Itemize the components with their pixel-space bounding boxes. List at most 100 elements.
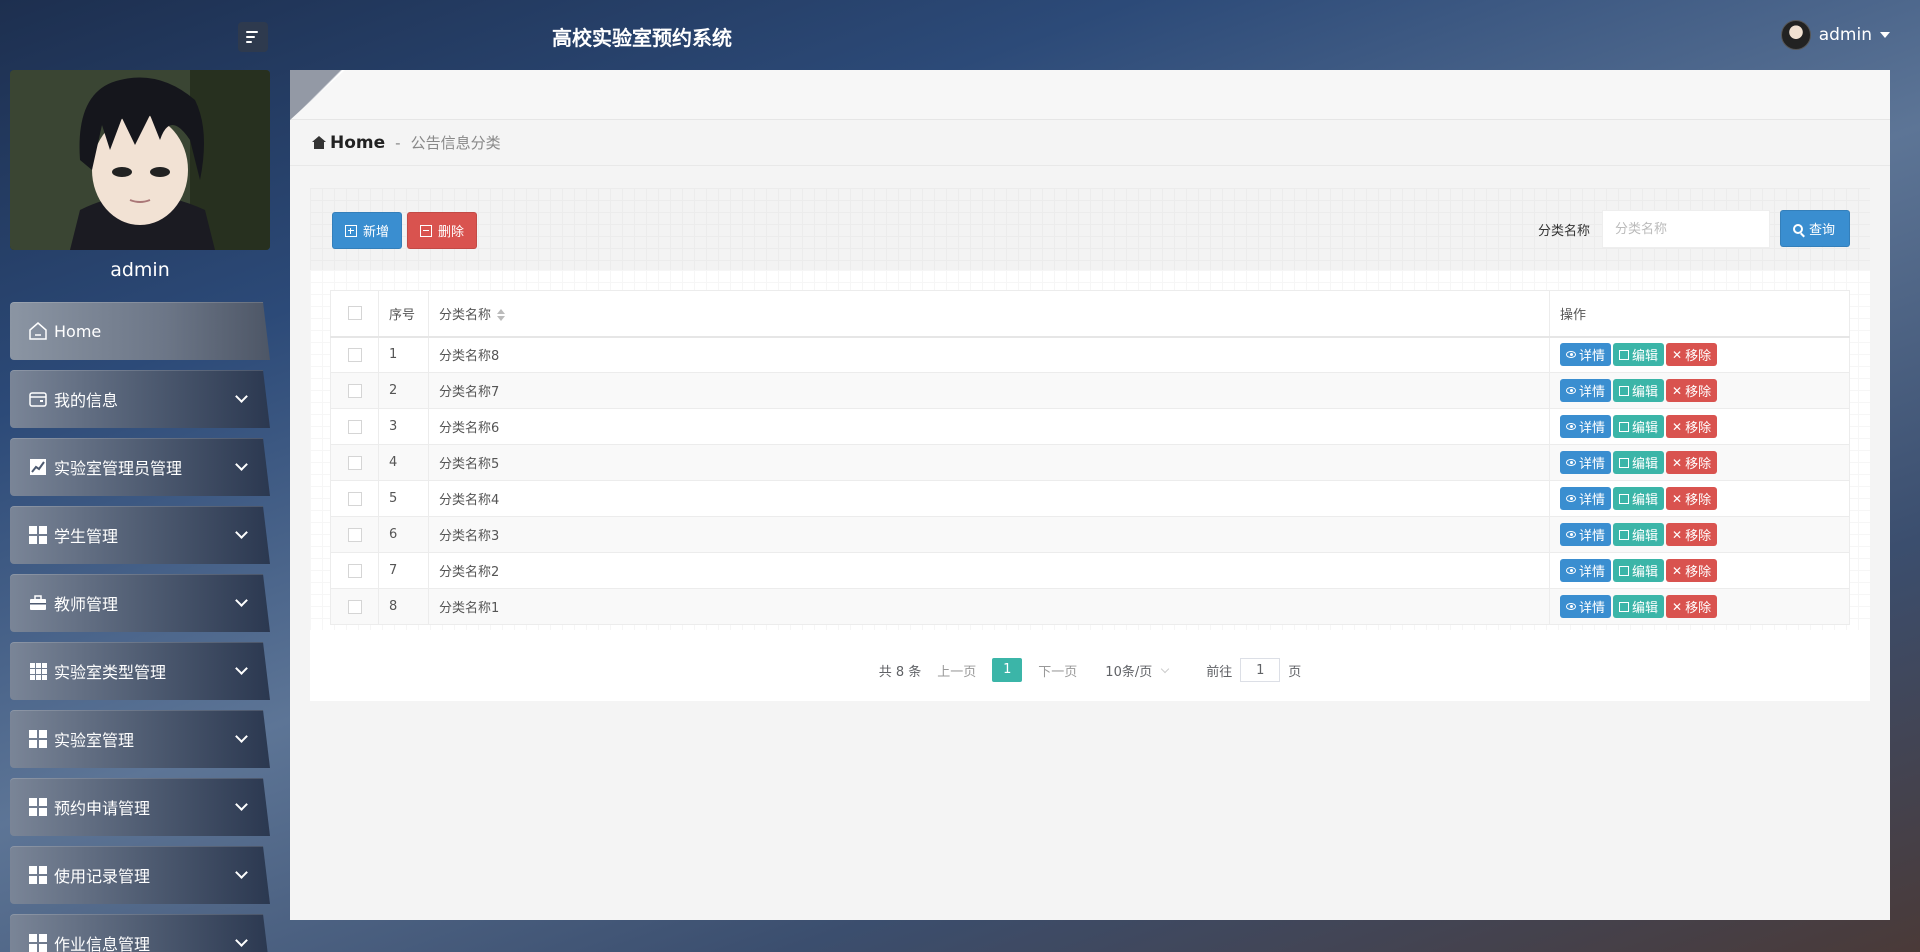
search-button[interactable]: 查询 xyxy=(1780,210,1850,247)
table-body: 1 分类名称8 详情 编辑 ✕ 移除 2 分类名称7 详情 编辑 ✕ 移除 3 分类名称6 详情 编辑 ✕ 移除 4… xyxy=(330,336,1850,625)
row-checkbox[interactable] xyxy=(347,347,362,362)
sidebar-item-teacher[interactable]: 教师管理 xyxy=(10,574,270,632)
edit-button[interactable]: 编辑 xyxy=(1613,487,1665,510)
row-select-cell xyxy=(330,552,379,589)
row-select-cell xyxy=(330,408,379,445)
user-menu[interactable]: admin xyxy=(1780,20,1890,50)
sidebar-item-home[interactable]: Home xyxy=(10,302,270,360)
eye-icon xyxy=(1566,603,1576,610)
menu-line-icon xyxy=(246,31,258,33)
remove-button[interactable]: ✕ 移除 xyxy=(1666,415,1718,438)
view-button[interactable]: 详情 xyxy=(1560,415,1612,438)
edit-label: 编辑 xyxy=(1632,565,1659,580)
grid-icon xyxy=(28,525,48,545)
close-icon: ✕ xyxy=(1672,455,1683,470)
remove-button[interactable]: ✕ 移除 xyxy=(1666,595,1718,618)
edit-button[interactable]: 编辑 xyxy=(1613,415,1665,438)
edit-label: 编辑 xyxy=(1632,601,1659,616)
remove-label: 移除 xyxy=(1685,457,1712,472)
page-size-select[interactable]: 10条/页 xyxy=(1105,661,1170,680)
row-index: 1 xyxy=(378,336,429,373)
remove-button[interactable]: ✕ 移除 xyxy=(1666,451,1718,474)
table-row: 5 分类名称4 详情 编辑 ✕ 移除 xyxy=(330,480,1850,517)
page-goto: 前往 页 xyxy=(1206,658,1301,682)
row-select-cell xyxy=(330,372,379,409)
menu-toggle-button[interactable] xyxy=(238,22,268,52)
sidebar-item-lab[interactable]: 实验室管理 xyxy=(10,710,270,768)
view-button[interactable]: 详情 xyxy=(1560,559,1612,582)
row-ops: 详情 编辑 ✕ 移除 xyxy=(1549,444,1850,481)
row-checkbox[interactable] xyxy=(347,383,362,398)
page-number-button[interactable]: 1 xyxy=(992,658,1023,682)
row-checkbox[interactable] xyxy=(347,491,362,506)
home-icon xyxy=(28,321,48,341)
edit-button[interactable]: 编辑 xyxy=(1613,451,1665,474)
sidebar-item-student[interactable]: 学生管理 xyxy=(10,506,270,564)
remove-button[interactable]: ✕ 移除 xyxy=(1666,559,1718,582)
row-index: 3 xyxy=(378,408,429,445)
sidebar-item-homework[interactable]: 作业信息管理 xyxy=(10,914,270,952)
view-button[interactable]: 详情 xyxy=(1560,487,1612,510)
edit-icon xyxy=(1619,493,1630,504)
briefcase-icon xyxy=(28,593,48,613)
user-avatar xyxy=(1780,20,1811,50)
remove-label: 移除 xyxy=(1685,529,1712,544)
close-icon: ✕ xyxy=(1672,599,1683,614)
breadcrumb-home-link[interactable]: Home xyxy=(330,133,385,153)
sidebar-item-usage-record[interactable]: 使用记录管理 xyxy=(10,846,270,904)
breadcrumb-separator: - xyxy=(395,133,401,152)
page-curl-decoration xyxy=(290,70,345,120)
view-button[interactable]: 详情 xyxy=(1560,451,1612,474)
delete-button[interactable]: 删除 xyxy=(407,212,477,249)
view-button[interactable]: 详情 xyxy=(1560,343,1612,367)
chevron-down-icon xyxy=(235,526,248,539)
view-label: 详情 xyxy=(1579,565,1606,580)
header-name[interactable]: 分类名称 xyxy=(428,290,1550,337)
sidebar-item-my-info[interactable]: 我的信息 xyxy=(10,370,270,428)
row-checkbox[interactable] xyxy=(347,455,362,470)
edit-button[interactable]: 编辑 xyxy=(1613,595,1665,618)
sidebar-item-lab-type[interactable]: 实验室类型管理 xyxy=(10,642,270,700)
row-ops: 详情 编辑 ✕ 移除 xyxy=(1549,588,1850,625)
add-button[interactable]: 新增 xyxy=(332,212,402,249)
sidebar: admin Home 我的信息 实验室管理员管理 学生管理 教师管理 实验室类型… xyxy=(10,70,270,952)
pagination: 共 8 条 上一页 1 下一页 10条/页 前往 页 xyxy=(310,658,1870,682)
search-input[interactable] xyxy=(1602,210,1770,248)
select-all-checkbox[interactable] xyxy=(347,306,362,321)
search-button-label: 查询 xyxy=(1809,223,1836,238)
chevron-down-icon xyxy=(235,798,248,811)
remove-button[interactable]: ✕ 移除 xyxy=(1666,487,1718,510)
grid-icon xyxy=(28,865,48,885)
chevron-down-icon xyxy=(235,934,248,947)
edit-button[interactable]: 编辑 xyxy=(1613,523,1665,546)
remove-button[interactable]: ✕ 移除 xyxy=(1666,343,1718,367)
prev-page-button[interactable]: 上一页 xyxy=(937,661,976,680)
remove-button[interactable]: ✕ 移除 xyxy=(1666,523,1718,546)
grid-nine-icon xyxy=(28,661,48,681)
sidebar-item-booking[interactable]: 预约申请管理 xyxy=(10,778,270,836)
remove-button[interactable]: ✕ 移除 xyxy=(1666,379,1718,402)
chevron-down-icon xyxy=(235,866,248,879)
row-checkbox[interactable] xyxy=(347,563,362,578)
edit-button[interactable]: 编辑 xyxy=(1613,379,1665,402)
view-button[interactable]: 详情 xyxy=(1560,379,1612,402)
edit-button[interactable]: 编辑 xyxy=(1613,343,1665,367)
sort-icon[interactable] xyxy=(497,309,506,322)
row-checkbox[interactable] xyxy=(347,419,362,434)
goto-page-input[interactable] xyxy=(1240,658,1281,682)
row-name: 分类名称4 xyxy=(428,480,1550,517)
view-button[interactable]: 详情 xyxy=(1560,595,1612,618)
next-page-button[interactable]: 下一页 xyxy=(1038,661,1077,680)
row-name: 分类名称8 xyxy=(428,336,1550,373)
edit-label: 编辑 xyxy=(1632,421,1659,436)
sidebar-item-lab-admin[interactable]: 实验室管理员管理 xyxy=(10,438,270,496)
row-select-cell xyxy=(330,588,379,625)
edit-button[interactable]: 编辑 xyxy=(1613,559,1665,582)
remove-label: 移除 xyxy=(1685,493,1712,508)
row-checkbox[interactable] xyxy=(347,527,362,542)
table-row: 2 分类名称7 详情 编辑 ✕ 移除 xyxy=(330,372,1850,409)
remove-label: 移除 xyxy=(1685,421,1712,436)
minus-square-icon xyxy=(420,224,432,237)
view-button[interactable]: 详情 xyxy=(1560,523,1612,546)
row-checkbox[interactable] xyxy=(347,599,362,614)
